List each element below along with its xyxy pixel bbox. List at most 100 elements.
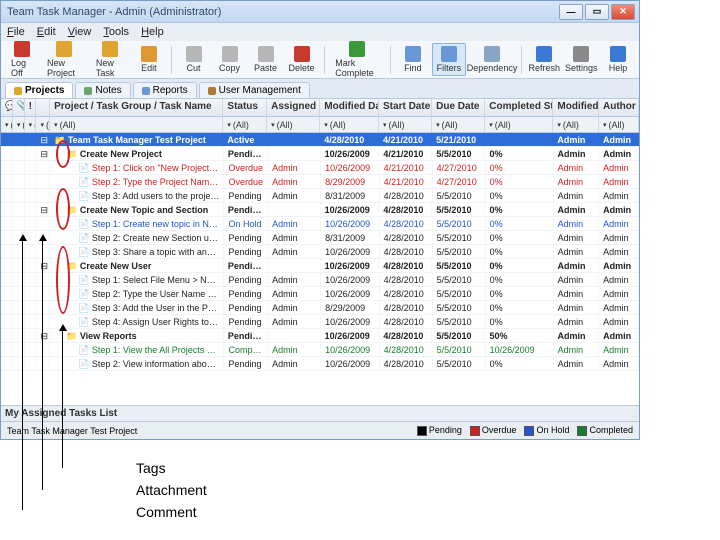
toolbar-newproject-button[interactable]: New Project <box>41 38 88 81</box>
expand-toggle[interactable] <box>36 161 50 174</box>
col-due[interactable]: Due Date <box>432 99 485 116</box>
cell <box>13 175 25 188</box>
toolbar-delete-button[interactable]: Delete <box>285 43 319 76</box>
col-comment-icon[interactable]: 💬 <box>1 99 13 116</box>
col-task[interactable]: Project / Task Group / Task Name <box>50 99 223 116</box>
filter-cell[interactable]: ▾(All) <box>320 117 379 132</box>
toolbar-copy-button[interactable]: Copy <box>213 43 247 76</box>
menu-tools[interactable]: Tools <box>103 26 129 38</box>
expand-toggle[interactable]: ⊟ <box>36 329 50 342</box>
minimize-button[interactable]: — <box>559 4 583 20</box>
toolbar-settings-button[interactable]: Settings <box>564 43 599 76</box>
filter-cell[interactable]: ▾(All) <box>36 117 50 132</box>
expand-toggle[interactable] <box>36 273 50 286</box>
table-row[interactable]: 📄 Step 1: Create new topic in Note Tab.O… <box>1 217 639 231</box>
table-row[interactable]: 📄 Step 2: View information about a parti… <box>1 357 639 371</box>
cell: Admin <box>554 189 600 202</box>
col-status[interactable]: Status <box>223 99 267 116</box>
toolbar-edit-button[interactable]: Edit <box>132 43 166 76</box>
filter-cell[interactable]: ▾(All) <box>1 117 13 132</box>
filter-cell[interactable]: ▾(All) <box>13 117 25 132</box>
cell: 📄 Step 3: Add the User in the Project by… <box>50 301 224 314</box>
table-row[interactable]: 📄 Step 3: Share a topic with another use… <box>1 245 639 259</box>
expand-toggle[interactable] <box>36 287 50 300</box>
table-row[interactable]: 📄 Step 1: View the All Projects ReportCo… <box>1 343 639 357</box>
expand-toggle[interactable] <box>36 175 50 188</box>
expand-toggle[interactable] <box>36 301 50 314</box>
cell <box>1 287 13 300</box>
table-row[interactable]: ⊟📁 Create New Topic and SectionPending10… <box>1 203 639 217</box>
cell <box>1 329 13 342</box>
table-row[interactable]: 📄 Step 1: Select File Menu > New > UserP… <box>1 273 639 287</box>
filter-cell[interactable]: ▾(All) <box>379 117 432 132</box>
table-row[interactable]: 📄 Step 1: Click on "New Project" from th… <box>1 161 639 175</box>
table-row[interactable]: ⊟📁 Team Task Manager Test ProjectActive4… <box>1 133 639 147</box>
tab-notes[interactable]: Notes <box>75 82 130 98</box>
table-row[interactable]: 📄 Step 2: Type the User Name and Passwor… <box>1 287 639 301</box>
table-row[interactable]: 📄 Step 2: Create new Section under the s… <box>1 231 639 245</box>
cell: Admin <box>599 217 639 230</box>
toolbar-help-button[interactable]: Help <box>601 43 635 76</box>
expand-toggle[interactable]: ⊟ <box>36 147 50 160</box>
tab-projects[interactable]: Projects <box>5 82 73 98</box>
menu-view[interactable]: View <box>68 26 92 38</box>
table-row[interactable]: 📄 Step 3: Add users to the project from … <box>1 189 639 203</box>
col-expand[interactable] <box>36 99 50 116</box>
table-row[interactable]: 📄 Step 2: Type the Project Name and Desc… <box>1 175 639 189</box>
expand-toggle[interactable]: ⊟ <box>36 203 50 216</box>
toolbar-refresh-button[interactable]: Refresh <box>527 43 562 76</box>
table-row[interactable]: 📄 Step 4: Assign User Rights to a partic… <box>1 315 639 329</box>
filter-cell[interactable]: ▾(All) <box>432 117 485 132</box>
filter-cell[interactable]: ▾(All) <box>50 117 223 132</box>
cell: Admin <box>599 245 639 258</box>
col-attachment-icon[interactable]: 📎 <box>13 99 25 116</box>
table-row[interactable]: 📄 Step 3: Add the User in the Project by… <box>1 301 639 315</box>
col-completed[interactable]: Completed Status <box>485 99 553 116</box>
toolbar-markcomplete-button[interactable]: Mark Complete <box>329 38 385 81</box>
table-row[interactable]: ⊟📁 View ReportsPending10/26/20094/28/201… <box>1 329 639 343</box>
filter-cell[interactable]: ▾(All) <box>553 117 599 132</box>
col-assigned[interactable]: Assigned To <box>267 99 320 116</box>
toolbar-dependency-button[interactable]: Dependency <box>468 43 516 76</box>
expand-toggle[interactable] <box>36 245 50 258</box>
menu-file[interactable]: File <box>7 26 25 38</box>
cell <box>1 343 13 356</box>
cell: 10/26/2009 <box>321 315 380 328</box>
filter-cell[interactable]: ▾(All) <box>223 117 267 132</box>
tab-usermgmt[interactable]: User Management <box>199 82 310 98</box>
maximize-button[interactable]: ▭ <box>585 4 609 20</box>
expand-toggle[interactable]: ⊟ <box>36 259 50 272</box>
expand-toggle[interactable] <box>36 343 50 356</box>
col-tag-icon[interactable]: ! <box>25 99 37 116</box>
cell: 0% <box>486 175 554 188</box>
col-start[interactable]: Start Date <box>379 99 432 116</box>
filter-cell[interactable]: ▾(All) <box>599 117 639 132</box>
expand-toggle[interactable] <box>36 357 50 370</box>
filter-cell[interactable]: ▾(All) <box>25 117 37 132</box>
assigned-tasks-bar[interactable]: My Assigned Tasks List <box>1 405 639 421</box>
expand-toggle[interactable]: ⊟ <box>36 133 50 146</box>
toolbar-newtask-button[interactable]: New Task <box>90 38 130 81</box>
table-row[interactable]: ⊟📁 Create New ProjectPending10/26/20094/… <box>1 147 639 161</box>
col-modifiedby[interactable]: Modified By <box>553 99 599 116</box>
toolbar-cut-button[interactable]: Cut <box>177 43 211 76</box>
expand-toggle[interactable] <box>36 189 50 202</box>
expand-toggle[interactable] <box>36 315 50 328</box>
grid-body[interactable]: ⊟📁 Team Task Manager Test ProjectActive4… <box>1 133 639 407</box>
tab-reports[interactable]: Reports <box>133 82 197 98</box>
filter-cell[interactable]: ▾(All) <box>485 117 553 132</box>
close-button[interactable]: ✕ <box>611 4 635 20</box>
cell: On Hold <box>224 217 268 230</box>
toolbar-logoff-button[interactable]: Log Off <box>5 38 39 81</box>
table-row[interactable]: ⊟📁 Create New UserPending10/26/20094/28/… <box>1 259 639 273</box>
cell: Admin <box>599 147 639 160</box>
filter-cell[interactable]: ▾(All) <box>267 117 320 132</box>
toolbar-filters-button[interactable]: Filters <box>432 43 466 76</box>
menu-edit[interactable]: Edit <box>37 26 56 38</box>
toolbar-paste-button[interactable]: Paste <box>249 43 283 76</box>
toolbar-find-button[interactable]: Find <box>396 43 430 76</box>
menu-help[interactable]: Help <box>141 26 164 38</box>
expand-toggle[interactable] <box>36 217 50 230</box>
col-author[interactable]: Author <box>599 99 639 116</box>
col-modified[interactable]: Modified Date <box>320 99 379 116</box>
